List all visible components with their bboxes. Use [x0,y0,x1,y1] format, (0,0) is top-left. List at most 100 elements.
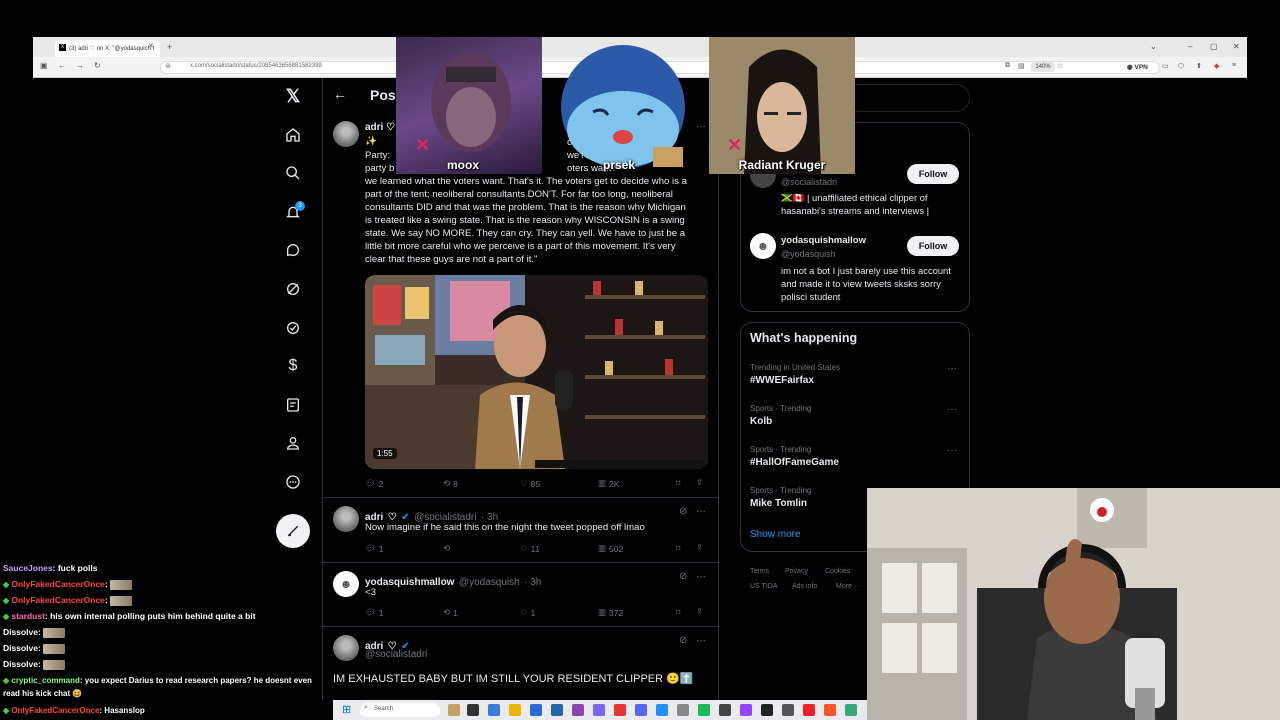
footer-link[interactable]: Terms [750,568,769,575]
taskbar-app-icon[interactable] [448,704,460,716]
chat-username[interactable]: OnlyFakedCancerOnce [11,706,99,715]
chat-username[interactable]: Dissolve [3,627,38,637]
site-info-icon[interactable]: ⊜ [165,62,171,70]
grok-small-icon[interactable]: ⊘ [679,635,687,646]
like-button[interactable]: ♡ 11 [520,543,539,554]
home-icon[interactable] [283,125,303,145]
x-home-logo-icon[interactable]: 𝕏 [283,86,303,106]
taskbar-app-icon[interactable] [803,704,815,716]
verified-orgs-icon[interactable] [283,318,303,338]
reply-time[interactable]: · 3h [524,577,541,588]
chat-username[interactable]: OnlyFakedCancerOnce [11,579,105,589]
bookmark-star-icon[interactable]: ☆ [1057,62,1063,70]
grok-small-icon[interactable]: ⊘ [679,571,687,582]
taskbar-app-icon[interactable] [509,704,521,716]
taskbar-app-icon[interactable] [488,704,500,716]
compose-post-button[interactable] [276,514,310,548]
taskbar-app-icon[interactable] [824,704,836,716]
chat-username[interactable]: SauceJones [3,563,53,573]
forward-icon[interactable]: → [76,61,84,70]
repost-button[interactable]: ⟲ 1 [443,607,458,618]
trend-more-icon[interactable]: ··· [947,404,957,415]
taskbar-app-icon[interactable] [572,704,584,716]
taskbar-app-icon[interactable] [593,704,605,716]
avatar[interactable] [333,506,359,532]
reply-more-icon[interactable]: ··· [696,635,706,646]
close-window-icon[interactable]: ✕ [1233,42,1240,51]
windows-start-icon[interactable]: ⊞ [342,703,351,716]
taskbar-app-icon[interactable] [740,704,752,716]
follow-button[interactable]: Follow [907,236,959,256]
browser-tab[interactable]: (3) adri ♡ on X: "@yodasquich I [55,40,160,57]
articles-icon[interactable] [283,395,303,415]
chat-username[interactable]: Dissolve [3,659,38,669]
reload-icon[interactable]: ↻ [94,61,101,70]
like-button[interactable]: ♡ 1 [520,607,535,618]
reply-more-icon[interactable]: ··· [696,571,706,582]
back-icon[interactable]: ← [58,61,66,70]
like-button[interactable]: ♡ 85 [520,478,540,489]
trend-item[interactable]: Kolb [750,416,772,427]
repost-button[interactable]: ⟲ 8 [443,478,458,489]
share-icon[interactable]: ⬆ [1196,62,1202,70]
share-post-icon[interactable]: ⇪ [696,477,703,488]
ublock-icon[interactable]: ◆ [1214,62,1219,70]
suggested-handle[interactable]: @socialistadri [781,177,837,187]
taskbar-app-icon[interactable] [614,704,626,716]
show-more-link[interactable]: Show more [750,529,801,540]
chat-username[interactable]: Dissolve [3,643,38,653]
footer-link[interactable]: More ··· [836,583,861,590]
reply-handle[interactable]: @yodasquish [459,577,520,588]
grok-small-icon[interactable]: ⊘ [679,506,687,517]
messages-icon[interactable] [283,240,303,260]
taskbar-app-icon[interactable] [698,704,710,716]
taskbar-app-icon[interactable] [530,704,542,716]
taskbar-search-input[interactable]: Search [360,703,440,717]
taskbar-app-icon[interactable] [467,704,479,716]
trend-item[interactable]: #HallOfFameGame [750,457,839,468]
reply-button[interactable]: 💬︎ 1 [365,543,384,554]
maximize-icon[interactable]: ▢ [1210,42,1218,51]
new-tab-icon[interactable]: + [167,42,172,52]
chat-username[interactable]: cryptic_command [11,676,79,685]
avatar[interactable]: ☻ [750,233,776,259]
repost-button[interactable]: ⟲ [443,543,450,554]
avatar[interactable] [333,121,359,147]
taskbar-app-icon[interactable] [719,704,731,716]
video-player[interactable] [365,275,708,469]
back-arrow-icon[interactable]: ← [333,86,347,102]
footer-link[interactable]: Ads info [792,583,817,590]
explore-search-icon[interactable] [283,163,303,183]
zoom-badge[interactable]: 140% [1031,62,1055,72]
reader-icon[interactable]: ▤ [1018,62,1025,70]
tab-list-icon[interactable]: ⌄ [1150,42,1157,51]
monetization-icon[interactable]: $ [283,356,303,376]
share-post-icon[interactable]: ⇪ [696,606,703,617]
taskbar-app-icon[interactable] [782,704,794,716]
reply-author-name[interactable]: yodasquishmallow [365,577,454,588]
trend-item[interactable]: #WWEFairfax [750,375,814,386]
taskbar-app-icon[interactable] [656,704,668,716]
footer-link[interactable]: Privacy [785,568,808,575]
avatar[interactable] [333,635,359,661]
wallet-icon[interactable]: ▭ [1162,62,1169,70]
reply-button[interactable]: 💬︎ 1 [365,607,384,618]
taskbar-app-icon[interactable] [845,704,857,716]
chat-username[interactable]: OnlyFakedCancerOnce [11,595,105,605]
trend-more-icon[interactable]: ··· [947,363,957,374]
trend-more-icon[interactable]: ··· [947,445,957,456]
follow-button[interactable]: Follow [907,164,959,184]
reply-handle[interactable]: @socialistadri [365,649,427,660]
avatar[interactable]: ☻ [333,571,359,597]
profile-icon[interactable] [283,433,303,453]
taskbar-app-icon[interactable] [677,704,689,716]
vpn-button[interactable]: ◉ VPN [1127,63,1148,71]
reply-more-icon[interactable]: ··· [696,506,706,517]
taskbar-app-icon[interactable] [635,704,647,716]
views-button[interactable]: ▥ 372 [598,607,623,618]
views-button[interactable]: ▥ 502 [598,543,623,554]
install-icon[interactable]: ⧉ [1005,62,1010,70]
grok-icon[interactable] [283,279,303,299]
chat-username[interactable]: stardust [11,611,45,621]
sidebar-toggle-icon[interactable]: ▣ [40,61,48,70]
